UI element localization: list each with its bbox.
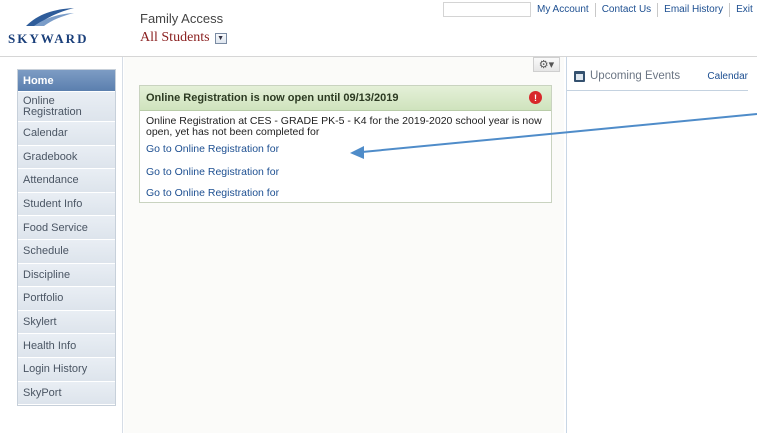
- top-search-box[interactable]: [443, 2, 531, 17]
- sidebar-item-login-history[interactable]: Login History: [18, 357, 115, 382]
- registration-link-3[interactable]: Go to Online Registration for: [146, 187, 279, 199]
- alert-icon: !: [529, 91, 542, 104]
- left-column: Home Online Registration Calendar Gradeb…: [0, 57, 123, 433]
- registration-link-1[interactable]: Go to Online Registration for: [146, 143, 279, 155]
- main-column: ⚙▾ Online Registration is now open until…: [124, 57, 564, 433]
- sidebar-item-attendance[interactable]: Attendance: [18, 169, 115, 193]
- logo-swoosh-icon: [26, 8, 74, 26]
- sidebar-item-food-service[interactable]: Food Service: [18, 216, 115, 240]
- student-selector[interactable]: All Students ▼: [140, 30, 227, 46]
- sidebar-item-home[interactable]: Home: [18, 70, 115, 92]
- sidebar-item-calendar[interactable]: Calendar: [18, 122, 115, 146]
- sidebar-item-skyport[interactable]: SkyPort: [18, 381, 115, 406]
- header: SKYWARD Family Access All Students ▼ My …: [0, 0, 757, 57]
- logo-text: SKYWARD: [8, 31, 89, 46]
- registration-link-2[interactable]: Go to Online Registration for: [146, 166, 279, 178]
- calendar-icon: [574, 71, 585, 82]
- skyward-logo: SKYWARD: [8, 6, 88, 50]
- gear-icon[interactable]: ⚙▾: [533, 57, 560, 72]
- contact-us-link[interactable]: Contact Us: [594, 2, 657, 17]
- registration-panel: Online Registration is now open until 09…: [139, 85, 552, 203]
- upcoming-events-title: Upcoming Events: [590, 70, 681, 82]
- sidebar-item-student-info[interactable]: Student Info: [18, 192, 115, 217]
- sidebar-item-health-info[interactable]: Health Info: [18, 334, 115, 358]
- panel-message: Online Registration at CES - GRADE PK-5 …: [146, 115, 542, 138]
- top-links: My Account Contact Us Email History Exit: [531, 2, 757, 17]
- upcoming-events-header: Upcoming Events Calendar: [567, 65, 748, 91]
- sidebar-item-skylert[interactable]: Skylert: [18, 310, 115, 335]
- sidebar-item-online-registration[interactable]: Online Registration: [18, 92, 115, 122]
- student-selector-label: All Students: [140, 30, 210, 45]
- sidebar-item-discipline[interactable]: Discipline: [18, 263, 115, 288]
- sidebar-item-schedule[interactable]: Schedule: [18, 239, 115, 264]
- calendar-link[interactable]: Calendar: [707, 71, 748, 82]
- exit-link[interactable]: Exit: [729, 2, 757, 17]
- right-column: Upcoming Events Calendar: [566, 57, 757, 433]
- sidebar-item-portfolio[interactable]: Portfolio: [18, 287, 115, 311]
- panel-title: Online Registration is now open until 09…: [146, 92, 399, 104]
- sidebar-item-gradebook[interactable]: Gradebook: [18, 145, 115, 170]
- sidebar-nav: Home Online Registration Calendar Gradeb…: [17, 69, 116, 407]
- dropdown-icon[interactable]: ▼: [214, 32, 227, 44]
- app-title: Family Access: [140, 11, 224, 26]
- panel-header: Online Registration is now open until 09…: [140, 86, 551, 111]
- my-account-link[interactable]: My Account: [531, 3, 595, 17]
- email-history-link[interactable]: Email History: [657, 2, 729, 17]
